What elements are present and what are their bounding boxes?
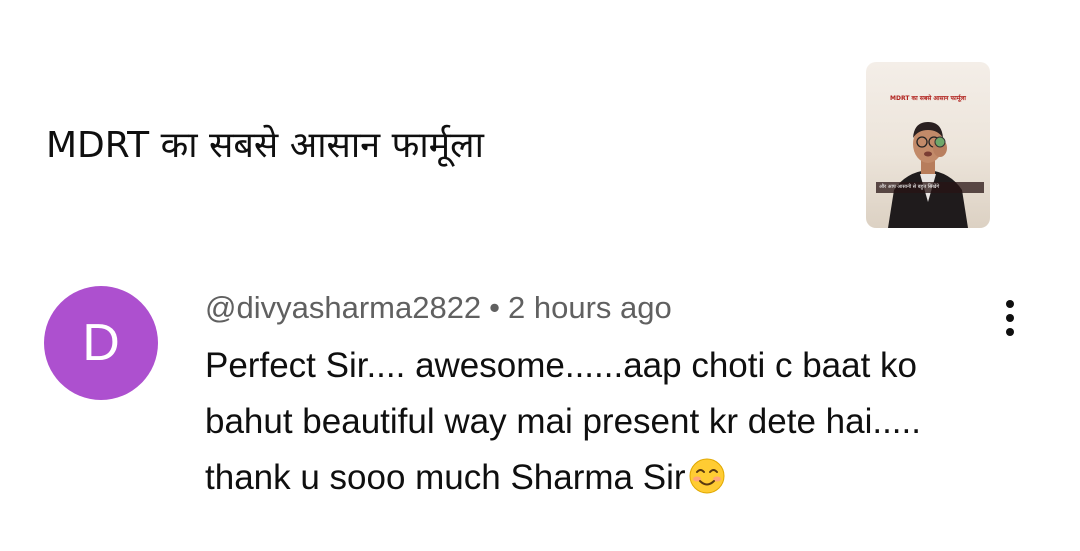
comment-time: 2 hours ago xyxy=(508,290,672,325)
more-vertical-icon[interactable] xyxy=(992,294,1028,342)
comment-header: @divyasharma2822 • 2 hours ago xyxy=(205,288,672,328)
presenter-image xyxy=(888,122,968,228)
comment-body: Perfect Sir.... awesome......aap choti c… xyxy=(205,338,1025,506)
video-thumbnail[interactable]: MDRT का सबसे आसान फार्मूला और आप आसानी स… xyxy=(866,62,990,228)
thumbnail-title: MDRT का सबसे आसान फार्मूला xyxy=(890,95,966,102)
menu-dot xyxy=(1006,314,1014,322)
comment-author[interactable]: @divyasharma2822 xyxy=(205,290,481,325)
video-title[interactable]: MDRT का सबसे आसान फार्मूला xyxy=(46,122,484,170)
meta-separator: • xyxy=(489,290,501,325)
comment-line-text: thank u sooo much Sharma Sir xyxy=(205,458,686,497)
comment-screen: MDRT का सबसे आसान फार्मूला MDRT का सबसे … xyxy=(0,0,1080,551)
comment-line: bahut beautiful way mai present kr dete … xyxy=(205,402,921,441)
smiling-face-icon xyxy=(689,458,725,494)
thumbnail-caption: और आप आसानी से बहुत सिखेंगे xyxy=(876,182,984,193)
comment-line-last: thank u sooo much Sharma Sir xyxy=(205,450,1025,506)
menu-dot xyxy=(1006,328,1014,336)
avatar[interactable]: D xyxy=(44,286,158,400)
menu-dot xyxy=(1006,300,1014,308)
comment-line: Perfect Sir.... awesome......aap choti c… xyxy=(205,346,918,385)
avatar-letter: D xyxy=(82,314,120,372)
